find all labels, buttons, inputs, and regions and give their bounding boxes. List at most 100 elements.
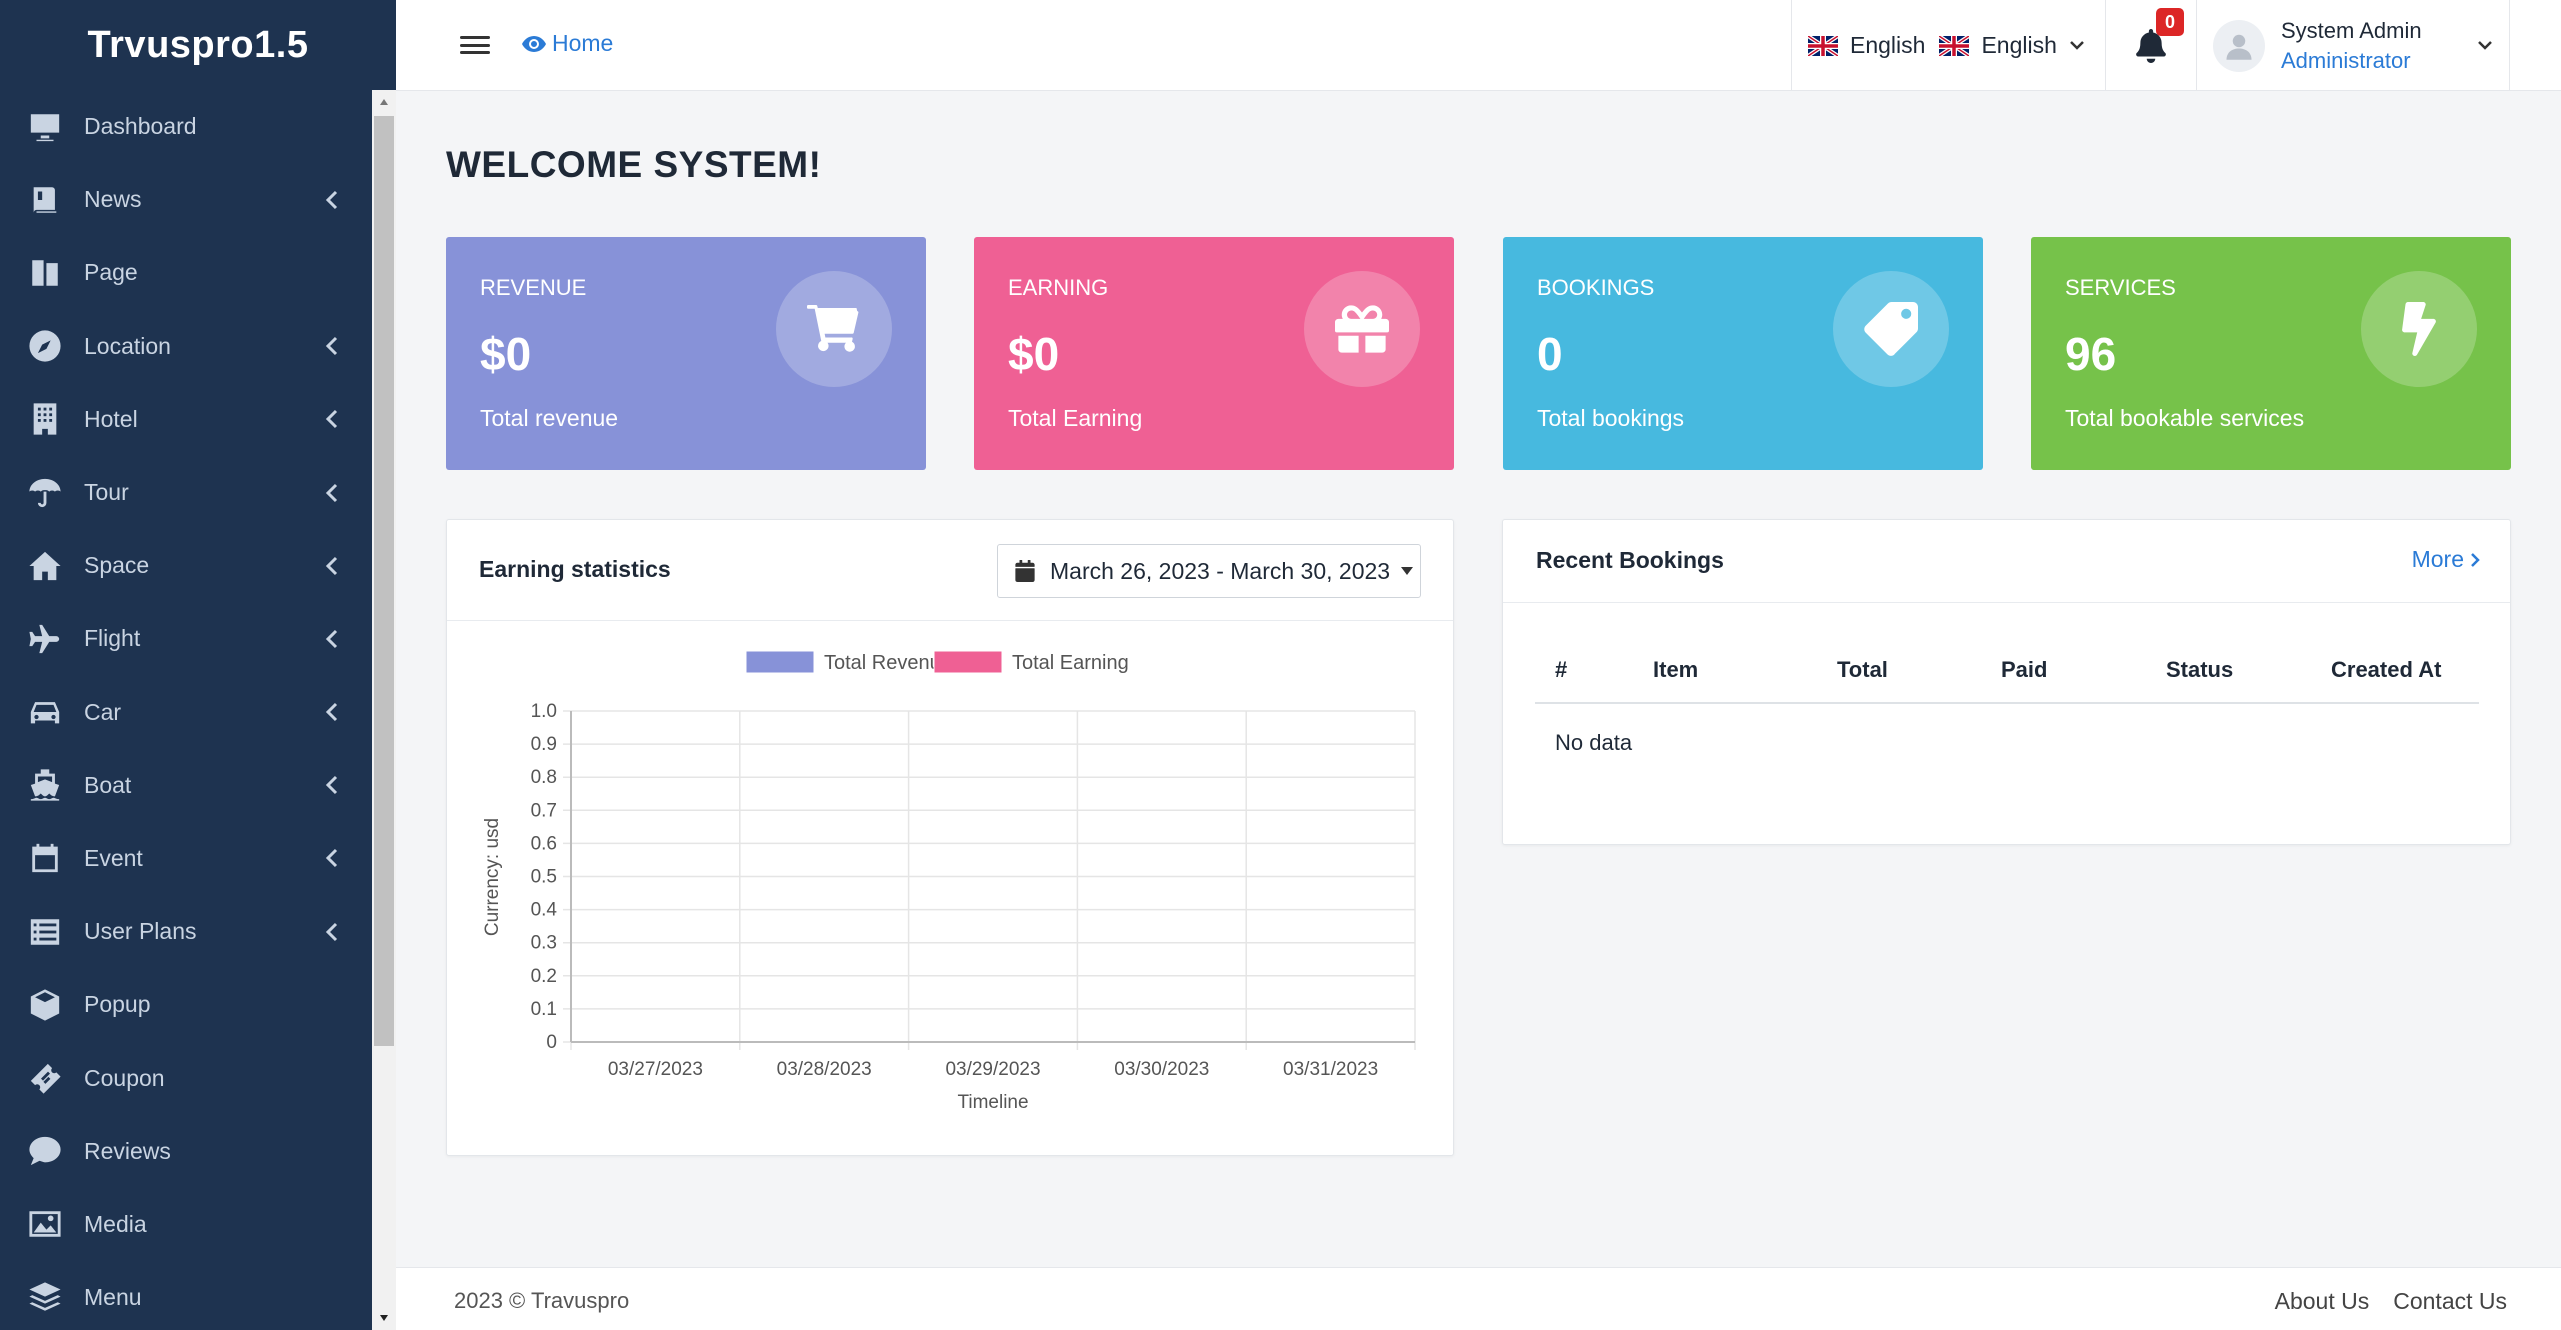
sidebar-item-media[interactable]: Media <box>0 1188 372 1261</box>
sidebar-item-location[interactable]: Location <box>0 310 372 383</box>
more-link[interactable]: More <box>2412 546 2480 573</box>
contact-us-link[interactable]: Contact Us <box>2393 1288 2507 1315</box>
plane-icon <box>26 620 64 658</box>
sidebar-item-reviews[interactable]: Reviews <box>0 1115 372 1188</box>
bookings-table: # Item Total Paid Status Created At No d… <box>1535 638 2479 782</box>
sidebar-item-label: Space <box>84 552 150 579</box>
sidebar-item-label: Page <box>84 259 138 286</box>
stat-subtitle: Total bookable services <box>2065 405 2305 431</box>
x-tick-label: 03/27/2023 <box>608 1059 703 1080</box>
y-tick-label: 1.0 <box>531 701 557 722</box>
card-header: Earning statistics March 26, 2023 - Marc… <box>447 520 1453 621</box>
sidebar-item-hotel[interactable]: Hotel <box>0 383 372 456</box>
eye-icon <box>522 35 546 52</box>
sidebar-item-coupon[interactable]: Coupon <box>0 1041 372 1114</box>
notification-count-badge: 0 <box>2156 8 2184 36</box>
image-icon <box>26 1205 64 1243</box>
scroll-down-arrow-icon[interactable] <box>372 1306 396 1330</box>
bolt-icon <box>2361 271 2477 387</box>
sidebar: Trvuspro1.5 Dashboard News Page Location Hot… <box>0 0 396 1330</box>
menu-toggle-icon[interactable] <box>458 30 492 60</box>
sidebar-item-label: News <box>84 186 142 213</box>
chevron-down-icon <box>2069 37 2085 55</box>
y-tick-label: 0.6 <box>531 833 557 854</box>
sidebar-item-label: Hotel <box>84 405 138 432</box>
recent-bookings-card: Recent Bookings More # Item Total Paid S… <box>1502 519 2511 845</box>
uk-flag-icon <box>1938 33 1971 58</box>
stat-title: EARNING <box>1008 275 1109 300</box>
sidebar-item-user-plans[interactable]: User Plans <box>0 895 372 968</box>
sidebar-item-label: Location <box>84 332 171 359</box>
legend-item[interactable]: Total Earning <box>933 650 1129 674</box>
earning-chart: 1.0 0.9 0.8 0.7 0.6 0.5 0.4 0.3 0.2 0.1 0 03/27/20… <box>482 650 1416 1113</box>
car-icon <box>26 693 64 731</box>
stat-subtitle: Total Earning <box>1008 405 1143 431</box>
sidebar-item-tour[interactable]: Tour <box>0 456 372 529</box>
legend-item[interactable]: Total Revenue <box>745 650 952 674</box>
sidebar-item-flight[interactable]: Flight <box>0 602 372 675</box>
language-select-label: English <box>1981 32 2057 58</box>
chevron-left-icon <box>312 399 352 439</box>
sidebar-item-boat[interactable]: Boat <box>0 749 372 822</box>
scrollbar-thumb[interactable] <box>374 116 394 1046</box>
current-language: English <box>1850 32 1926 58</box>
column-header: Total <box>1837 657 1888 682</box>
y-tick-label: 0.3 <box>531 933 557 954</box>
book-icon <box>26 181 64 219</box>
user-menu[interactable]: System Admin Administrator <box>2196 0 2510 91</box>
sidebar-item-label: Flight <box>84 625 141 652</box>
sidebar-item-label: Tour <box>84 479 129 506</box>
chart-legend[interactable]: Total Revenue Total Earning <box>745 650 1129 674</box>
legend-swatch <box>933 650 1003 674</box>
date-range-picker[interactable]: March 26, 2023 - March 30, 2023 <box>997 544 1421 598</box>
ship-icon <box>26 766 64 804</box>
chevron-left-icon <box>312 765 352 805</box>
chevron-left-icon <box>312 692 352 732</box>
notifications-button[interactable]: 0 <box>2105 0 2196 91</box>
legend-label: Total Revenue <box>824 652 952 674</box>
date-range-value: March 26, 2023 - March 30, 2023 <box>1050 557 1391 584</box>
y-axis-ticks: 1.0 0.9 0.8 0.7 0.6 0.5 0.4 0.3 0.2 0.1 0 <box>531 701 558 1053</box>
sidebar-item-popup[interactable]: Popup <box>0 968 372 1041</box>
chevron-right-icon <box>2471 552 2480 567</box>
umbrella-icon <box>26 474 64 512</box>
footer: 2023 © Travuspro About Us Contact Us <box>396 1267 2561 1330</box>
sidebar-item-menu[interactable]: Menu <box>0 1261 372 1330</box>
calendar-icon <box>1015 560 1035 582</box>
empty-table-message: No data <box>1555 730 1633 755</box>
column-header: # <box>1555 657 1568 682</box>
sidebar-item-car[interactable]: Car <box>0 676 372 749</box>
sidebar-item-label: Reviews <box>84 1137 171 1164</box>
sidebar-item-space[interactable]: Space <box>0 529 372 602</box>
sidebar-scrollbar[interactable] <box>372 90 396 1330</box>
y-axis-label: Currency: usd <box>482 818 503 936</box>
about-us-link[interactable]: About Us <box>2275 1288 2370 1315</box>
comment-icon <box>26 1132 64 1170</box>
user-name: System Admin <box>2281 17 2422 43</box>
page-title: WELCOME SYSTEM! <box>446 144 822 185</box>
column-header: Item <box>1653 657 1699 682</box>
chevron-left-icon <box>312 326 352 366</box>
column-header: Paid <box>2001 657 2048 682</box>
compass-icon <box>26 327 64 365</box>
legend-label: Total Earning <box>1012 652 1129 674</box>
chevron-left-icon <box>312 546 352 586</box>
x-tick-label: 03/30/2023 <box>1114 1059 1209 1080</box>
brand-logo[interactable]: Trvuspro1.5 <box>0 0 396 90</box>
box-icon <box>26 986 64 1024</box>
card-header: Recent Bookings More <box>1503 520 2510 603</box>
column-header: Status <box>2166 657 2234 682</box>
sidebar-scroll-area: Dashboard News Page Location Hotel Tour Space F… <box>0 90 396 1330</box>
sidebar-item-event[interactable]: Event <box>0 822 372 895</box>
sidebar-item-news[interactable]: News <box>0 163 372 236</box>
list-icon <box>26 913 64 951</box>
sidebar-item-dashboard[interactable]: Dashboard <box>0 90 372 163</box>
breadcrumb-home-link[interactable]: Home <box>522 30 613 57</box>
language-dropdown[interactable]: English <box>1938 32 2085 59</box>
sidebar-item-page[interactable]: Page <box>0 236 372 309</box>
sidebar-item-label: Media <box>84 1210 147 1237</box>
chevron-left-icon <box>312 473 352 513</box>
scroll-up-arrow-icon[interactable] <box>372 90 396 114</box>
chevron-left-icon <box>312 912 352 952</box>
earning-statistics-card: Earning statistics March 26, 2023 - Marc… <box>446 519 1454 1156</box>
